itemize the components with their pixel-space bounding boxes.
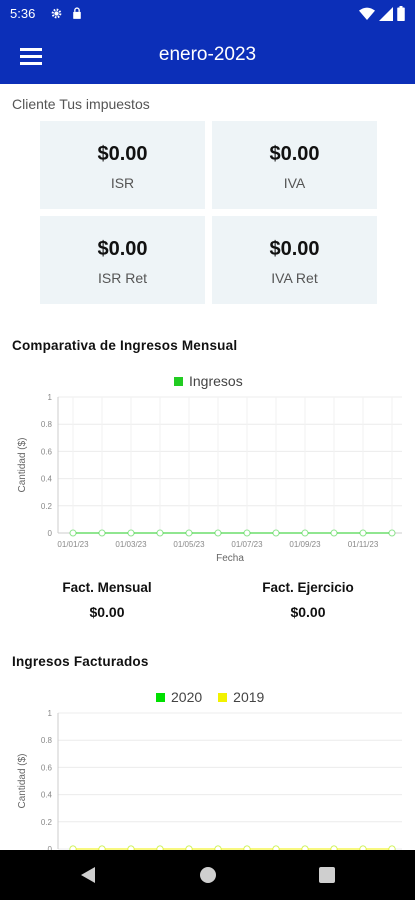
tax-value: $0.00	[269, 143, 320, 165]
y-tick-label: 0.4	[41, 475, 53, 484]
tax-label: IVA Ret	[271, 270, 318, 286]
data-point	[359, 529, 367, 537]
y-tick-label: 1	[48, 393, 53, 402]
chart2-legend: 2020 2019	[156, 689, 264, 705]
legend-label-ingresos: Ingresos	[189, 373, 243, 389]
tax-label: IVA	[283, 175, 306, 191]
billed-income-chart: 00.20.40.60.81Cantidad ($)	[17, 709, 402, 850]
x-tick-label: 01/11/23	[348, 540, 379, 549]
billed-section-title: Ingresos Facturados	[12, 654, 149, 669]
legend-label-2019: 2019	[233, 689, 265, 705]
y-tick-label: 0.6	[41, 447, 53, 456]
tax-label: ISR Ret	[97, 270, 147, 286]
x-tick-label: 01/01/23	[57, 540, 89, 549]
y-axis-label: Cantidad ($)	[17, 753, 28, 808]
x-tick-label: 01/05/23	[173, 540, 205, 549]
sim-lock-icon	[73, 7, 81, 19]
y-tick-label: 0.2	[41, 818, 53, 827]
legend-label-2020: 2020	[171, 689, 203, 705]
y-tick-label: 0.6	[41, 763, 53, 772]
legend-swatch-2019	[218, 692, 228, 702]
y-tick-label: 0.8	[41, 420, 53, 429]
data-point	[185, 529, 193, 537]
status-bar: 5:36	[0, 0, 415, 28]
data-point	[156, 529, 164, 537]
home-icon	[200, 867, 216, 883]
signal-icon	[379, 6, 393, 21]
tax-card-isr-ret: $0.00 ISR Ret	[40, 216, 205, 304]
recents-button[interactable]	[297, 850, 357, 900]
y-tick-label: 0.4	[41, 791, 53, 800]
data-point	[127, 529, 135, 537]
data-point	[301, 529, 309, 537]
tax-card-iva: $0.00 IVA	[212, 121, 377, 209]
tax-card-iva-ret: $0.00 IVA Ret	[212, 216, 377, 304]
status-time: 5:36	[10, 6, 36, 21]
x-tick-label: 01/03/23	[115, 540, 147, 549]
data-point	[69, 529, 77, 537]
tax-value: $0.00	[97, 238, 148, 260]
gear-icon	[51, 8, 62, 19]
x-tick-label: 01/07/23	[231, 540, 263, 549]
chart1-legend: Ingresos	[174, 373, 243, 389]
y-tick-label: 1	[48, 709, 53, 718]
x-tick-label: 01/09/23	[289, 540, 321, 549]
tax-label: ISR	[110, 175, 135, 191]
fact-mensual: Fact. Mensual $0.00	[32, 580, 182, 620]
recents-icon	[319, 867, 335, 883]
tax-value: $0.00	[269, 238, 320, 260]
y-tick-label: 0.2	[41, 502, 53, 511]
back-icon	[81, 867, 95, 883]
legend-swatch-2020	[156, 692, 165, 702]
data-point	[98, 529, 106, 537]
x-axis-label: Fecha	[216, 553, 244, 564]
status-left-icons	[50, 7, 83, 20]
battery-icon	[397, 6, 405, 21]
data-point	[272, 529, 280, 537]
fact-ejercicio-title: Fact. Ejercicio	[262, 580, 354, 595]
y-tick-label: 0	[48, 529, 53, 538]
back-button[interactable]	[58, 850, 118, 900]
monthly-income-chart: 0 0.2 0.4 0.6 0.8 1 Cantidad ($) 01/01/23 01/03/…	[17, 393, 402, 564]
fact-ejercicio: Fact. Ejercicio $0.00	[233, 580, 383, 620]
fact-ejercicio-value: $0.00	[290, 604, 326, 620]
status-right-icons	[359, 6, 405, 21]
system-nav-bar	[0, 850, 415, 900]
tax-value: $0.00	[97, 143, 148, 165]
tax-card-isr: $0.00 ISR	[40, 121, 205, 209]
client-label: Cliente Tus impuestos	[12, 96, 150, 112]
data-point	[243, 529, 251, 537]
y-axis-label: Cantidad ($)	[17, 437, 28, 492]
app-title: enero-2023	[158, 44, 257, 65]
wifi-icon	[359, 7, 375, 20]
data-point	[330, 529, 338, 537]
legend-swatch-ingresos	[174, 376, 183, 386]
home-button[interactable]	[178, 850, 238, 900]
data-point	[388, 529, 396, 537]
y-tick-label: 0.8	[41, 736, 53, 745]
data-point	[214, 529, 222, 537]
app-bar: enero-2023	[0, 28, 415, 84]
fact-mensual-title: Fact. Mensual	[62, 580, 152, 595]
fact-mensual-value: $0.00	[89, 604, 125, 620]
monthly-section-title: Comparativa de Ingresos Mensual	[12, 338, 238, 353]
